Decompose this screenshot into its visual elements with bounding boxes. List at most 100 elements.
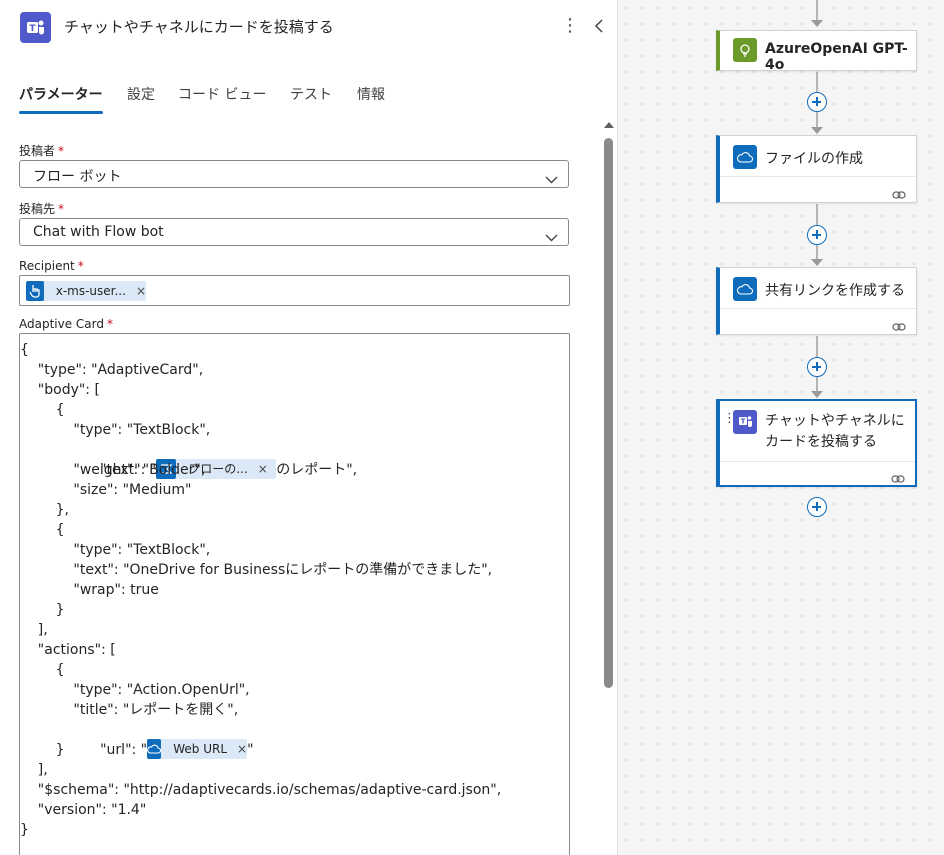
connector-arrow-icon	[811, 20, 823, 27]
tab-info[interactable]: 情報	[357, 84, 385, 104]
poster-dropdown[interactable]: フロー ボット	[19, 160, 569, 188]
code-line: "text": "OneDrive for Businessにレポートの準備がで…	[20, 562, 493, 578]
svg-text:T: T	[740, 418, 745, 426]
svg-text:T: T	[29, 24, 36, 34]
card-footer	[720, 308, 916, 335]
chevron-down-icon	[545, 227, 558, 246]
recipient-label: Recipient *	[19, 259, 84, 273]
code-line: }	[20, 742, 65, 758]
connector-arrow-icon	[811, 259, 823, 266]
code-line: "type": "TextBlock",	[20, 422, 211, 438]
card-footer	[720, 176, 916, 203]
code-line: "type": "TextBlock",	[20, 542, 211, 558]
azure-openai-icon	[733, 38, 757, 62]
chevron-left-icon[interactable]	[592, 13, 610, 39]
connector-arrow-icon	[811, 127, 823, 134]
post-in-value: Chat with Flow bot	[33, 224, 164, 240]
code-line: "wrap": true	[20, 582, 159, 598]
active-tab-indicator	[19, 111, 103, 114]
onedrive-icon	[147, 739, 162, 760]
chevron-down-icon	[545, 169, 558, 188]
code-line: "actions": [	[20, 642, 116, 658]
recipient-input[interactable]: x-ms-user... ×	[19, 275, 570, 306]
add-step-button[interactable]	[807, 92, 827, 112]
card-title: 共有リンクを作成する	[765, 283, 905, 299]
code-line: }	[20, 602, 65, 618]
required-mark: *	[58, 202, 65, 216]
tab-test[interactable]: テスト	[290, 84, 332, 104]
post-in-label-text: 投稿先	[19, 202, 56, 216]
more-vertical-icon[interactable]: ⋮	[560, 13, 580, 39]
code-line: "version": "1.4"	[20, 802, 147, 818]
tab-code-view[interactable]: コード ビュー	[178, 84, 266, 104]
panel-title: チャットやチャネルにカードを投稿する	[64, 18, 334, 36]
code-text: のレポート",	[276, 462, 358, 479]
onedrive-icon	[733, 145, 757, 169]
adaptive-card-label: Adaptive Card *	[19, 317, 113, 331]
recipient-token-label: x-ms-user...	[55, 284, 126, 298]
scroll-up-arrow-icon[interactable]	[604, 122, 614, 128]
remove-token-button[interactable]: ×	[136, 284, 146, 298]
link-icon	[892, 185, 906, 199]
poster-label: 投稿者 *	[19, 142, 64, 159]
card-title: チャットやチャネルに カードを投稿する	[765, 411, 905, 453]
link-icon	[892, 317, 906, 331]
flow-card-create-file[interactable]: ファイルの作成	[716, 135, 917, 203]
poster-label-text: 投稿者	[19, 144, 56, 158]
card-title-line: カードを投稿する	[765, 434, 877, 450]
panel-header: T チャットやチャネルにカードを投稿する ⋮	[0, 0, 617, 54]
post-in-label: 投稿先 *	[19, 200, 64, 217]
parameters-panel: T チャットやチャネルにカードを投稿する ⋮ パラメーター 設定 コード ビュー…	[0, 0, 618, 855]
onedrive-icon	[733, 277, 757, 301]
card-title: AzureOpenAI GPT-4o	[765, 41, 908, 73]
code-line: "weight": "Bolder",	[20, 462, 206, 478]
teams-icon: T	[733, 410, 757, 434]
link-icon	[891, 469, 905, 483]
teams-icon: T	[20, 12, 51, 43]
flow-card-create-share-link[interactable]: 共有リンクを作成する	[716, 267, 917, 335]
card-title: ファイルの作成	[765, 151, 863, 167]
code-line: {	[20, 522, 65, 538]
required-mark: *	[58, 144, 65, 158]
code-line: "type": "Action.OpenUrl",	[20, 682, 250, 698]
code-line-with-token: "url": " Web URL × "	[20, 720, 254, 760]
connector-arrow-icon	[811, 391, 823, 398]
code-line: ],	[20, 762, 48, 778]
remove-token-button[interactable]: ×	[237, 739, 247, 759]
web-url-token-label: Web URL	[173, 742, 228, 757]
tab-parameters[interactable]: パラメーター	[19, 84, 103, 104]
required-mark: *	[107, 317, 113, 331]
required-mark: *	[77, 259, 84, 273]
code-line: "size": "Medium"	[20, 482, 192, 498]
code-line: {	[20, 402, 65, 418]
code-line: "title": "レポートを開く",	[20, 702, 239, 718]
code-text: "	[247, 742, 254, 759]
add-step-button[interactable]	[807, 497, 827, 517]
flow-card-azure-openai[interactable]: AzureOpenAI GPT-4o	[716, 30, 917, 73]
code-line: {	[20, 662, 65, 678]
tab-settings[interactable]: 設定	[127, 84, 155, 104]
add-step-button[interactable]	[807, 225, 827, 245]
adaptive-card-label-text: Adaptive Card	[19, 317, 104, 331]
code-line: ],	[20, 622, 48, 638]
web-url-token[interactable]: Web URL ×	[147, 739, 248, 760]
code-line: "$schema": "http://adaptivecards.io/sche…	[20, 782, 502, 798]
card-footer	[720, 461, 915, 486]
scrollbar-thumb[interactable]	[604, 138, 613, 688]
connector-line	[816, 0, 818, 22]
flow-card-post-card-selected[interactable]: ⋮ T チャットやチャネルに カードを投稿する	[716, 399, 917, 487]
code-line: "type": "AdaptiveCard",	[20, 362, 204, 378]
remove-token-button[interactable]: ×	[258, 459, 268, 479]
poster-value: フロー ボット	[33, 169, 122, 185]
post-in-dropdown[interactable]: Chat with Flow bot	[19, 218, 569, 246]
card-title-line: チャットやチャネルに	[765, 413, 905, 429]
hand-pointer-icon	[26, 281, 44, 301]
code-line: },	[20, 502, 69, 518]
recipient-label-text: Recipient	[19, 259, 75, 273]
code-line-with-token: "text": " フローの... × のレポート",	[20, 440, 357, 480]
recipient-token[interactable]: x-ms-user... ×	[26, 281, 146, 301]
code-line: }	[20, 822, 29, 838]
code-line: {	[20, 342, 29, 358]
code-line: "body": [	[20, 382, 100, 398]
add-step-button[interactable]	[807, 357, 827, 377]
